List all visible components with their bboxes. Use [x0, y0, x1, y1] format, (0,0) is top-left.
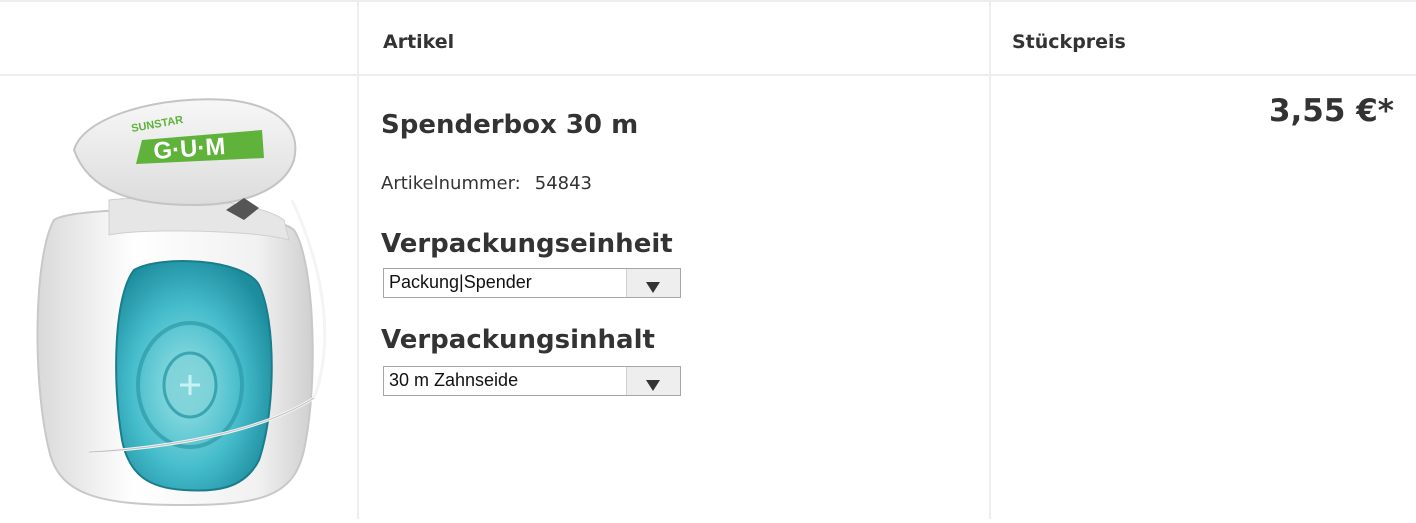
packaging-content-dropdown-button[interactable]: [626, 367, 680, 395]
header-divider: [0, 74, 1416, 76]
column-header-unit-price: Stückpreis: [1012, 31, 1126, 53]
article-number: Artikelnummer: 54843: [381, 173, 592, 194]
product-table: Artikel Stückpreis SUNSTAR G·U·M Spender…: [0, 0, 1416, 519]
table-top-border: [0, 0, 1416, 2]
article-number-label: Artikelnummer:: [381, 173, 521, 194]
floss-dispenser-image: SUNSTAR G·U·M: [36, 98, 327, 507]
chevron-down-icon: [646, 380, 660, 391]
brand-logo-text: G·U·M: [153, 133, 227, 165]
packaging-content-value: 30 m Zahnseide: [389, 370, 519, 390]
unit-price: 3,55 €*: [1268, 93, 1394, 129]
column-divider-price: [989, 0, 991, 519]
packaging-unit-select[interactable]: Packung|Spender: [383, 268, 681, 298]
packaging-unit-dropdown-button[interactable]: [626, 269, 680, 297]
chevron-down-icon: [646, 282, 660, 293]
packaging-content-label: Verpackungsinhalt: [381, 325, 655, 355]
packaging-unit-value: Packung|Spender: [389, 272, 532, 292]
packaging-unit-label: Verpackungseinheit: [381, 229, 673, 259]
product-title[interactable]: Spenderbox 30 m: [381, 110, 638, 140]
packaging-content-select[interactable]: 30 m Zahnseide: [383, 366, 681, 396]
column-divider-image: [357, 0, 359, 519]
article-number-value: 54843: [534, 173, 593, 194]
product-image[interactable]: SUNSTAR G·U·M: [14, 80, 354, 519]
column-header-article: Artikel: [383, 31, 455, 53]
